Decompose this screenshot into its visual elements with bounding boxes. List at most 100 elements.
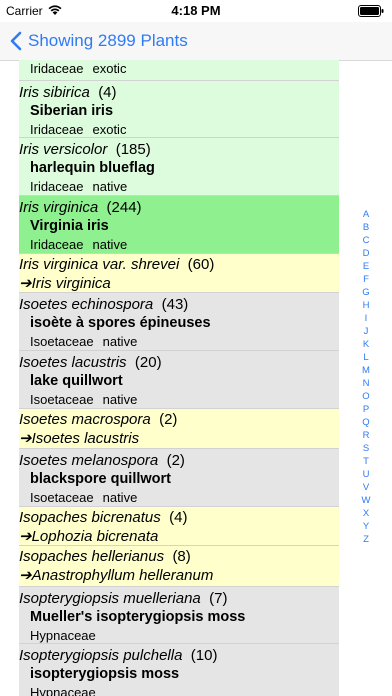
- status-label: native: [92, 179, 128, 194]
- observation-count: (10): [190, 647, 218, 664]
- navigation-bar: Showing 2899 Plants: [0, 22, 392, 61]
- observation-count: (60): [187, 256, 215, 273]
- back-button[interactable]: Showing 2899 Plants: [10, 28, 188, 54]
- index-letter-a[interactable]: A: [358, 208, 374, 221]
- plant-list[interactable]: Iridaceae exotic Iris sibirica (4) Siberi…: [19, 60, 339, 696]
- status-label: native: [102, 490, 138, 505]
- list-item[interactable]: Isopterygiopsis muelleriana (7) Mueller'…: [19, 587, 339, 644]
- index-letter-n[interactable]: N: [358, 377, 374, 390]
- plant-family: Iridaceae native: [19, 236, 339, 254]
- family-name: Isoetaceae: [30, 490, 94, 505]
- common-name: Siberian iris: [30, 103, 114, 119]
- list-item[interactable]: Iris virginica var. shrevei (60) ➔Iris v…: [19, 254, 339, 293]
- common-name: Virginia iris: [30, 218, 109, 234]
- index-letter-y[interactable]: Y: [358, 520, 374, 533]
- observation-count: (43): [161, 296, 189, 313]
- index-letter-g[interactable]: G: [358, 286, 374, 299]
- index-letter-k[interactable]: K: [358, 338, 374, 351]
- scientific-name: Iris sibirica (4): [19, 84, 117, 101]
- family-name: Isoetaceae: [30, 334, 94, 349]
- status-label: exotic: [92, 61, 127, 76]
- list-item[interactable]: Iridaceae exotic: [19, 60, 339, 81]
- list-item[interactable]: Isoetes echinospora (43) isoète à spores…: [19, 293, 339, 351]
- list-item[interactable]: Isopaches hellerianus (8) ➔Anastrophyllu…: [19, 546, 339, 587]
- index-letter-p[interactable]: P: [358, 403, 374, 416]
- list-item[interactable]: Isoetes lacustris (20) lake quillwort Is…: [19, 351, 339, 409]
- family-name: Iridaceae: [30, 179, 84, 194]
- observation-count: (185): [115, 141, 151, 158]
- index-letter-j[interactable]: J: [358, 325, 374, 338]
- index-letter-c[interactable]: C: [358, 234, 374, 247]
- index-letter-l[interactable]: L: [358, 351, 374, 364]
- plant-family: Iridaceae exotic: [19, 60, 339, 78]
- index-letter-m[interactable]: M: [358, 364, 374, 377]
- scientific-name: Isopaches hellerianus (8): [19, 548, 191, 565]
- observation-count: (2): [166, 452, 185, 469]
- chevron-left-icon: [10, 31, 22, 51]
- scientific-name: Isoetes macrospora (2): [19, 411, 178, 428]
- scientific-name: Iris virginica (244): [19, 199, 142, 216]
- list-item[interactable]: Isopterygiopsis pulchella (10) isopteryg…: [19, 644, 339, 696]
- index-letter-h[interactable]: H: [358, 299, 374, 312]
- index-letter-e[interactable]: E: [358, 260, 374, 273]
- status-label: native: [92, 237, 128, 252]
- battery-icon: [358, 5, 384, 17]
- plant-family: Hypnaceae: [19, 627, 339, 645]
- index-letter-o[interactable]: O: [358, 390, 374, 403]
- index-letter-w[interactable]: W: [358, 494, 374, 507]
- observation-count: (244): [106, 199, 142, 216]
- plant-family: Iridaceae native: [19, 178, 339, 196]
- plant-family: Isoetaceae native: [19, 391, 339, 409]
- alphabet-index[interactable]: ABCDEFGHIJKLMNOPQRSTUVWXYZ: [358, 208, 374, 548]
- index-letter-r[interactable]: R: [358, 429, 374, 442]
- scientific-name: Isopterygiopsis muelleriana (7): [19, 590, 228, 607]
- index-letter-q[interactable]: Q: [358, 416, 374, 429]
- scientific-name: Isopterygiopsis pulchella (10): [19, 647, 218, 664]
- scientific-name: Isoetes lacustris (20): [19, 354, 162, 371]
- family-name: Hypnaceae: [30, 685, 96, 696]
- index-letter-d[interactable]: D: [358, 247, 374, 260]
- clock-time: 4:18 PM: [171, 3, 221, 18]
- common-name: blackspore quillwort: [30, 471, 171, 487]
- family-name: Iridaceae: [30, 122, 84, 137]
- index-letter-x[interactable]: X: [358, 507, 374, 520]
- common-name: isoète à spores épineuses: [30, 315, 211, 331]
- family-name: Hypnaceae: [30, 628, 96, 643]
- family-name: Iridaceae: [30, 237, 84, 252]
- synonym-target: ➔Iris virginica: [19, 275, 111, 292]
- plant-family: Iridaceae exotic: [19, 121, 339, 139]
- common-name: Mueller's isopterygiopsis moss: [30, 609, 246, 625]
- scientific-name: Iris versicolor (185): [19, 141, 151, 158]
- list-item-selected[interactable]: Iris virginica (244) Virginia iris Irida…: [19, 196, 339, 254]
- list-item[interactable]: Isopaches bicrenatus (4) ➔Lophozia bicre…: [19, 507, 339, 546]
- index-letter-z[interactable]: Z: [358, 533, 374, 546]
- common-name: lake quillwort: [30, 373, 123, 389]
- status-label: exotic: [92, 122, 127, 137]
- back-button-label: Showing 2899 Plants: [28, 31, 188, 50]
- scientific-name: Iris virginica var. shrevei (60): [19, 256, 215, 273]
- index-letter-i[interactable]: I: [358, 312, 374, 325]
- index-letter-f[interactable]: F: [358, 273, 374, 286]
- index-letter-v[interactable]: V: [358, 481, 374, 494]
- index-letter-s[interactable]: S: [358, 442, 374, 455]
- index-letter-u[interactable]: U: [358, 468, 374, 481]
- synonym-target: ➔Lophozia bicrenata: [19, 528, 159, 545]
- list-item[interactable]: Iris sibirica (4) Siberian iris Iridacea…: [19, 81, 339, 138]
- scientific-name: Isopaches bicrenatus (4): [19, 509, 188, 526]
- plant-family: Isoetaceae native: [19, 333, 339, 351]
- index-letter-b[interactable]: B: [358, 221, 374, 234]
- list-item[interactable]: Isoetes macrospora (2) ➔Isoetes lacustri…: [19, 409, 339, 449]
- observation-count: (7): [209, 590, 228, 607]
- index-letter-t[interactable]: T: [358, 455, 374, 468]
- observation-count: (2): [159, 411, 178, 428]
- status-label: native: [102, 334, 138, 349]
- list-item[interactable]: Isoetes melanospora (2) blackspore quill…: [19, 449, 339, 507]
- synonym-target: ➔Isoetes lacustris: [19, 430, 140, 447]
- observation-count: (20): [134, 354, 162, 371]
- plant-family: Hypnaceae: [19, 684, 339, 696]
- plant-family: Isoetaceae native: [19, 489, 339, 507]
- status-bar: Carrier 4:18 PM: [0, 0, 392, 22]
- common-name: isopterygiopsis moss: [30, 666, 180, 682]
- list-item[interactable]: Iris versicolor (185) harlequin blueflag…: [19, 138, 339, 196]
- scientific-name: Isoetes melanospora (2): [19, 452, 185, 469]
